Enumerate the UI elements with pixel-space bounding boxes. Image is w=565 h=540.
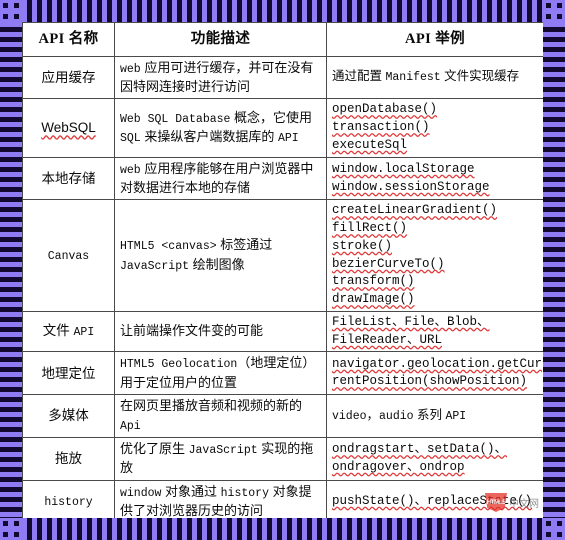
cell-description: HTML5 <canvas> 标签通过 JavaScript 绘制图像: [114, 199, 327, 312]
api-example-line: drawImage(): [332, 292, 415, 307]
api-example-line: transaction(): [332, 120, 430, 135]
api-example-line: executeSql: [332, 137, 408, 152]
column-header-description: 功能描述: [114, 22, 327, 57]
cell-api-name: 拖放: [22, 436, 115, 481]
cell-api-examples: window.localStorage window.sessionStorage: [326, 156, 543, 201]
api-example-line: window.localStorage: [332, 161, 475, 176]
frame-corner-bottom-right: [543, 518, 565, 540]
table-row: 地理定位 HTML5 Geolocation（地理定位）用于定位用户的位置 navi…: [22, 351, 543, 396]
api-example-line: 通过配置 Manifest 文件实现缓存: [332, 69, 520, 85]
frame-band-top: [22, 0, 543, 22]
frame-band-bottom: [22, 518, 543, 540]
cell-description: HTML5 Geolocation（地理定位）用于定位用户的位置: [114, 351, 327, 396]
frame-corner-bottom-left: [0, 518, 22, 540]
cell-description: 让前端操作文件变的可能: [114, 310, 327, 353]
cell-api-examples: video，audio 系列 API: [326, 394, 543, 438]
table-sheet: API 名称 功能描述 API 举例 应用缓存 web 应用可进行缓存，并可在没有…: [22, 22, 543, 518]
frame-corner-top-left: [0, 0, 22, 22]
cell-api-examples: createLinearGradient() fillRect() stroke()…: [326, 199, 543, 312]
cell-api-name: history: [22, 479, 115, 518]
api-example-line: ondragover、ondrop: [332, 459, 465, 474]
table-header-row: API 名称 功能描述 API 举例: [22, 22, 543, 57]
html5-api-table: API 名称 功能描述 API 举例 应用缓存 web 应用可进行缓存，并可在没有…: [22, 22, 543, 518]
cell-description: 优化了原生 JavaScript 实现的拖放: [114, 436, 327, 481]
table-row: history window 对象通过 history 对象提供了对浏览器历史的访…: [22, 479, 543, 518]
column-header-api-name: API 名称: [22, 22, 115, 57]
api-example-line: FileReader、URL: [332, 332, 443, 347]
api-example-line: fillRect(): [332, 221, 408, 236]
cell-api-examples: 通过配置 Manifest 文件实现缓存: [326, 55, 543, 100]
api-example-line: window.sessionStorage: [332, 179, 490, 194]
api-example-line: video，audio 系列 API: [332, 407, 467, 423]
api-example-line: stroke(): [332, 238, 393, 253]
api-example-line: FileList、File、Blob、: [332, 314, 490, 329]
api-example-line: pushState()、replaceState(): [332, 493, 533, 508]
table-row: 应用缓存 web 应用可进行缓存，并可在没有因特网连接时进行访问 通过配置 Mani…: [22, 55, 543, 100]
cell-api-examples: navigator.geolocation.getCur rentPosition…: [326, 351, 543, 396]
api-example-line: openDatabase(): [332, 102, 438, 117]
table-row: 拖放 优化了原生 JavaScript 实现的拖放 ondragstart、setD…: [22, 436, 543, 481]
table-row: 本地存储 web 应用程序能够在用户浏览器中对数据进行本地的存储 window.lo…: [22, 156, 543, 201]
cell-description: 在网页里播放音频和视频的新的 Api: [114, 394, 327, 438]
cell-api-name: 本地存储: [22, 156, 115, 201]
cell-description: web 应用可进行缓存，并可在没有因特网连接时进行访问: [114, 55, 327, 100]
api-example-line: bezierCurveTo(): [332, 256, 445, 271]
decorative-frame: API 名称 功能描述 API 举例 应用缓存 web 应用可进行缓存，并可在没有…: [0, 0, 565, 540]
cell-api-name: WebSQL: [22, 98, 115, 158]
cell-api-name: 多媒体: [22, 394, 115, 438]
table-header: API 名称 功能描述 API 举例: [22, 22, 543, 57]
cell-api-examples: openDatabase() transaction() executeSql: [326, 98, 543, 158]
api-example-line: createLinearGradient(): [332, 203, 498, 218]
api-example-line: navigator.geolocation.getCur: [332, 356, 543, 371]
api-example-line: rentPosition(showPosition): [332, 374, 528, 389]
api-example-line: ondragstart、setData()、: [332, 442, 508, 457]
cell-api-name: 地理定位: [22, 351, 115, 396]
table-body: 应用缓存 web 应用可进行缓存，并可在没有因特网连接时进行访问 通过配置 Mani…: [22, 55, 543, 518]
table-row: 文件 API 让前端操作文件变的可能 FileList、File、Blob、 File…: [22, 310, 543, 353]
cell-api-name: 应用缓存: [22, 55, 115, 100]
table-row: 多媒体 在网页里播放音频和视频的新的 Api video，audio 系列 API: [22, 394, 543, 438]
cell-description: web 应用程序能够在用户浏览器中对数据进行本地的存储: [114, 156, 327, 201]
table-row: WebSQL Web SQL Database 概念，它使用 SQL 来操纵客户端…: [22, 98, 543, 158]
cell-api-name: 文件 API: [22, 310, 115, 353]
cell-api-examples: ondragstart、setData()、 ondragover、ondrop: [326, 436, 543, 481]
frame-corner-top-right: [543, 0, 565, 22]
column-header-api-examples: API 举例: [326, 22, 543, 57]
cell-description: Web SQL Database 概念，它使用 SQL 来操纵客户端数据库的 A…: [114, 98, 327, 158]
api-example-line: transform(): [332, 274, 415, 289]
cell-description: window 对象通过 history 对象提供了对浏览器历史的访问: [114, 479, 327, 518]
cell-api-name: Canvas: [22, 199, 115, 312]
frame-band-left: [0, 22, 22, 518]
table-row: Canvas HTML5 <canvas> 标签通过 JavaScript 绘制图…: [22, 199, 543, 312]
frame-band-right: [543, 22, 565, 518]
cell-api-examples: pushState()、replaceState(): [326, 479, 543, 518]
cell-api-examples: FileList、File、Blob、 FileReader、URL: [326, 310, 543, 353]
